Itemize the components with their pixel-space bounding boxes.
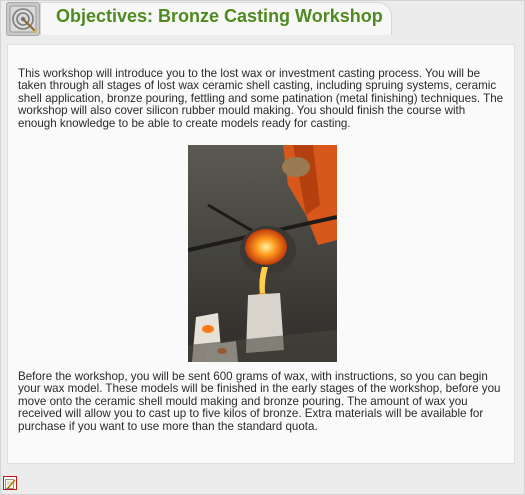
page-title: Objectives: Bronze Casting Workshop [56,6,383,26]
header: Objectives: Bronze Casting Workshop [0,0,525,36]
target-icon [6,2,40,36]
bronze-pouring-photo [188,145,337,362]
details-paragraph: Before the workshop, you will be sent 60… [18,370,501,433]
intro-paragraph: This workshop will introduce you to the … [18,67,504,130]
edit-icon[interactable] [3,476,17,490]
content-panel: This workshop will introduce you to the … [7,44,515,464]
